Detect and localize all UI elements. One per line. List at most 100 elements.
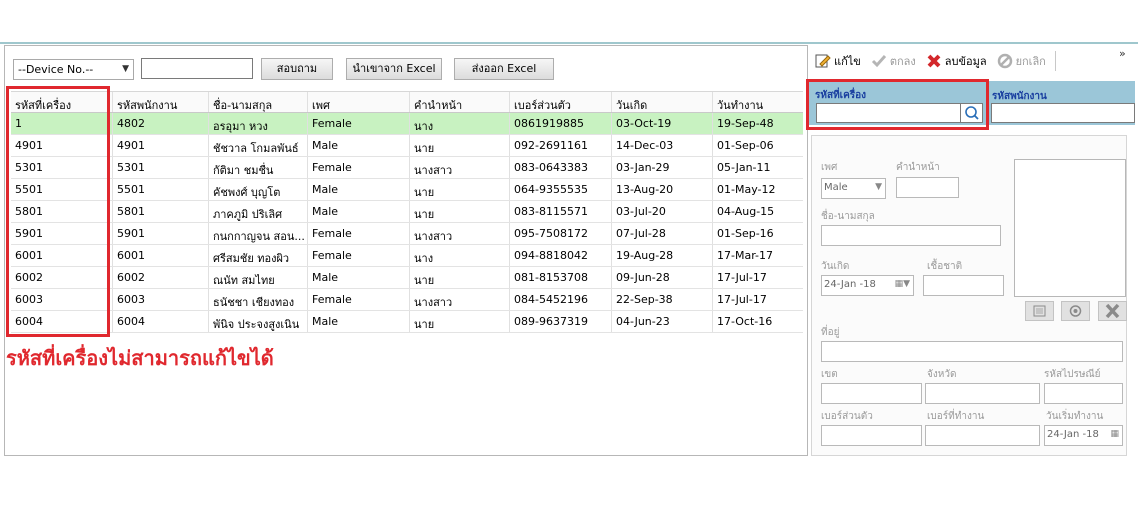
table-cell: 17-Jul-17 [717,293,767,306]
table-cell: Male [308,311,410,332]
table-row[interactable]: 6003 6003 ธนัชชา เชียงทอง Female นางสาว 084-5… [11,289,803,311]
table-cell: Male [308,179,410,200]
delete-x-icon [927,54,941,68]
column-header[interactable]: วันทำงาน [713,92,803,112]
table-cell: 5501 [113,179,209,200]
mobile-label: เบอร์ส่วนตัว [821,411,873,422]
column-header[interactable]: คำนำหน้า [410,92,510,112]
district-input[interactable] [821,383,922,404]
postal-code-input[interactable] [1044,383,1123,404]
annotation-note: รหัสที่เครื่องไม่สามารถแก้ไขได้ [6,346,274,370]
photo-remove-button[interactable] [1098,301,1127,321]
table-cell: 22-Sep-38 [612,289,713,310]
table-row[interactable]: 5501 5501 คัชพงศ์ บุญโต Male นาย 064-9355535 1… [11,179,803,201]
gender-label: เพศ [821,162,838,173]
province-label: จังหวัด [927,369,957,380]
overflow-chevron-icon[interactable]: » [1119,47,1126,60]
address-input[interactable] [821,341,1123,362]
photo-capture-button[interactable] [1061,301,1090,321]
district-label: เขต [821,369,838,380]
table-cell: 14-Dec-03 [612,135,713,156]
nationality-label: เชื้อชาติ [927,261,963,272]
table-cell: 03-Jul-20 [612,201,713,222]
grid-header: รหัสที่เครื่อง รหัสพนักงาน ชื่อ-นามสกุล … [11,91,803,113]
start-date-input[interactable]: 24-Jan -18 ▦ [1044,425,1123,446]
table-cell: 04-Jun-23 [612,311,713,332]
start-date-label: วันเริ่มทำงาน [1046,411,1104,422]
calendar-icon: ▦ [1110,429,1119,439]
table-cell: 6004 [113,311,209,332]
export-excel-button[interactable]: ส่งออก Excel [454,58,554,80]
camera-icon [1069,305,1082,317]
table-cell: คัชพงศ์ บุญโต [209,179,308,200]
name-label: ชื่อ-นามสกุล [821,211,875,222]
table-cell: Male [308,135,410,156]
table-row[interactable]: 4901 4901 ชัชวาล โกมลพันธ์ Male นาย 092-26911… [11,135,803,157]
table-cell: 5801 [113,201,209,222]
column-header[interactable]: วันเกิด [612,92,713,112]
import-excel-button[interactable]: นำเขาจาก Excel [346,58,442,80]
table-cell: 03-Oct-19 [612,113,713,134]
birth-date-value: 24-Jan -18 [824,279,876,290]
edit-button[interactable]: แก้ไข [812,52,864,70]
table-row[interactable]: 5901 5901 กนกกาญจน สอน... Female นางสาว 095-7… [11,223,803,245]
nationality-input[interactable] [923,275,1004,296]
device-code-field-highlight [806,79,989,130]
photo-box [1014,159,1126,297]
top-divider [0,42,1138,44]
work-phone-input[interactable] [925,425,1040,446]
table-cell: 09-Jun-28 [612,267,713,288]
table-cell: นาง [410,113,510,134]
photo-browse-button[interactable] [1025,301,1054,321]
table-cell: 094-8818042 [510,245,612,266]
delete-button[interactable]: ลบข้อมูล [923,52,990,70]
column-header[interactable]: รหัสพนักงาน [113,92,209,112]
postal-code-label: รหัสไปรษณีย์ [1044,369,1101,380]
cancel-button[interactable]: ยกเลิก [994,52,1049,70]
table-cell: ธนัชชา เชียงทอง [209,289,308,310]
table-cell: นางสาว [410,223,510,244]
column-header[interactable]: เพศ [308,92,410,112]
table-cell: Female [308,157,410,178]
query-button[interactable]: สอบถาม [261,58,333,80]
mobile-input[interactable] [821,425,922,446]
table-row[interactable]: 5301 5301 กัติมา ชมชื่น Female นางสาว 083-064… [11,157,803,179]
ok-button[interactable]: ตกลง [868,52,919,70]
table-cell: นางสาว [410,157,510,178]
name-input[interactable] [821,225,1001,246]
table-cell: พันิจ ประจงสูงเนิน [209,311,308,332]
table-cell: 13-Aug-20 [612,179,713,200]
table-row[interactable]: 6001 6001 ศรีสมชัย ทองผิว Female นาง 094-8818… [11,245,803,267]
prefix-input[interactable] [896,177,959,198]
check-icon [871,55,886,68]
employee-code-label: รหัสพนักงาน [992,91,1047,102]
table-cell: 0861919885 [510,113,612,134]
table-cell: นาย [410,179,510,200]
table-cell: 083-8115571 [510,201,612,222]
table-row[interactable]: 6004 6004 พันิจ ประจงสูงเนิน Male นาย 089-963… [11,311,803,333]
table-cell: นาย [410,311,510,332]
table-cell: 17-Jul-17 [717,271,767,284]
table-row[interactable]: 5801 5801 ภาคภูมิ ปริเลิศ Male นาย 083-811557… [11,201,803,223]
table-cell: Male [308,267,410,288]
column-header[interactable]: ชื่อ-นามสกุล [209,92,308,112]
table-cell: 6003 [113,289,209,310]
table-row[interactable]: 6002 6002 ณนัท สมไทย Male นาย 081-8153708 09-J… [11,267,803,289]
table-row[interactable]: 1 4802 อรอุมา หวง Female นาง 0861919885 03-Oct… [11,113,803,135]
birth-label: วันเกิด [821,261,850,272]
column-header[interactable]: เบอร์ส่วนตัว [510,92,612,112]
chevron-down-icon: ▼ [122,64,129,74]
gender-select[interactable]: Male ▼ [821,178,886,199]
employee-code-input[interactable] [991,103,1135,123]
table-cell: 17-Mar-17 [717,249,773,262]
table-cell: Male [308,201,410,222]
table-cell: 095-7508172 [510,223,612,244]
address-label: ที่อยู่ [821,327,840,338]
birth-date-input[interactable]: 24-Jan -18 ▦▼ [821,275,914,296]
table-cell: ภาคภูมิ ปริเลิศ [209,201,308,222]
search-input[interactable] [141,58,253,79]
device-select[interactable]: --Device No.-- ▼ [13,59,134,80]
table-cell: Female [308,245,410,266]
device-select-value: --Device No.-- [18,63,94,76]
province-input[interactable] [925,383,1040,404]
